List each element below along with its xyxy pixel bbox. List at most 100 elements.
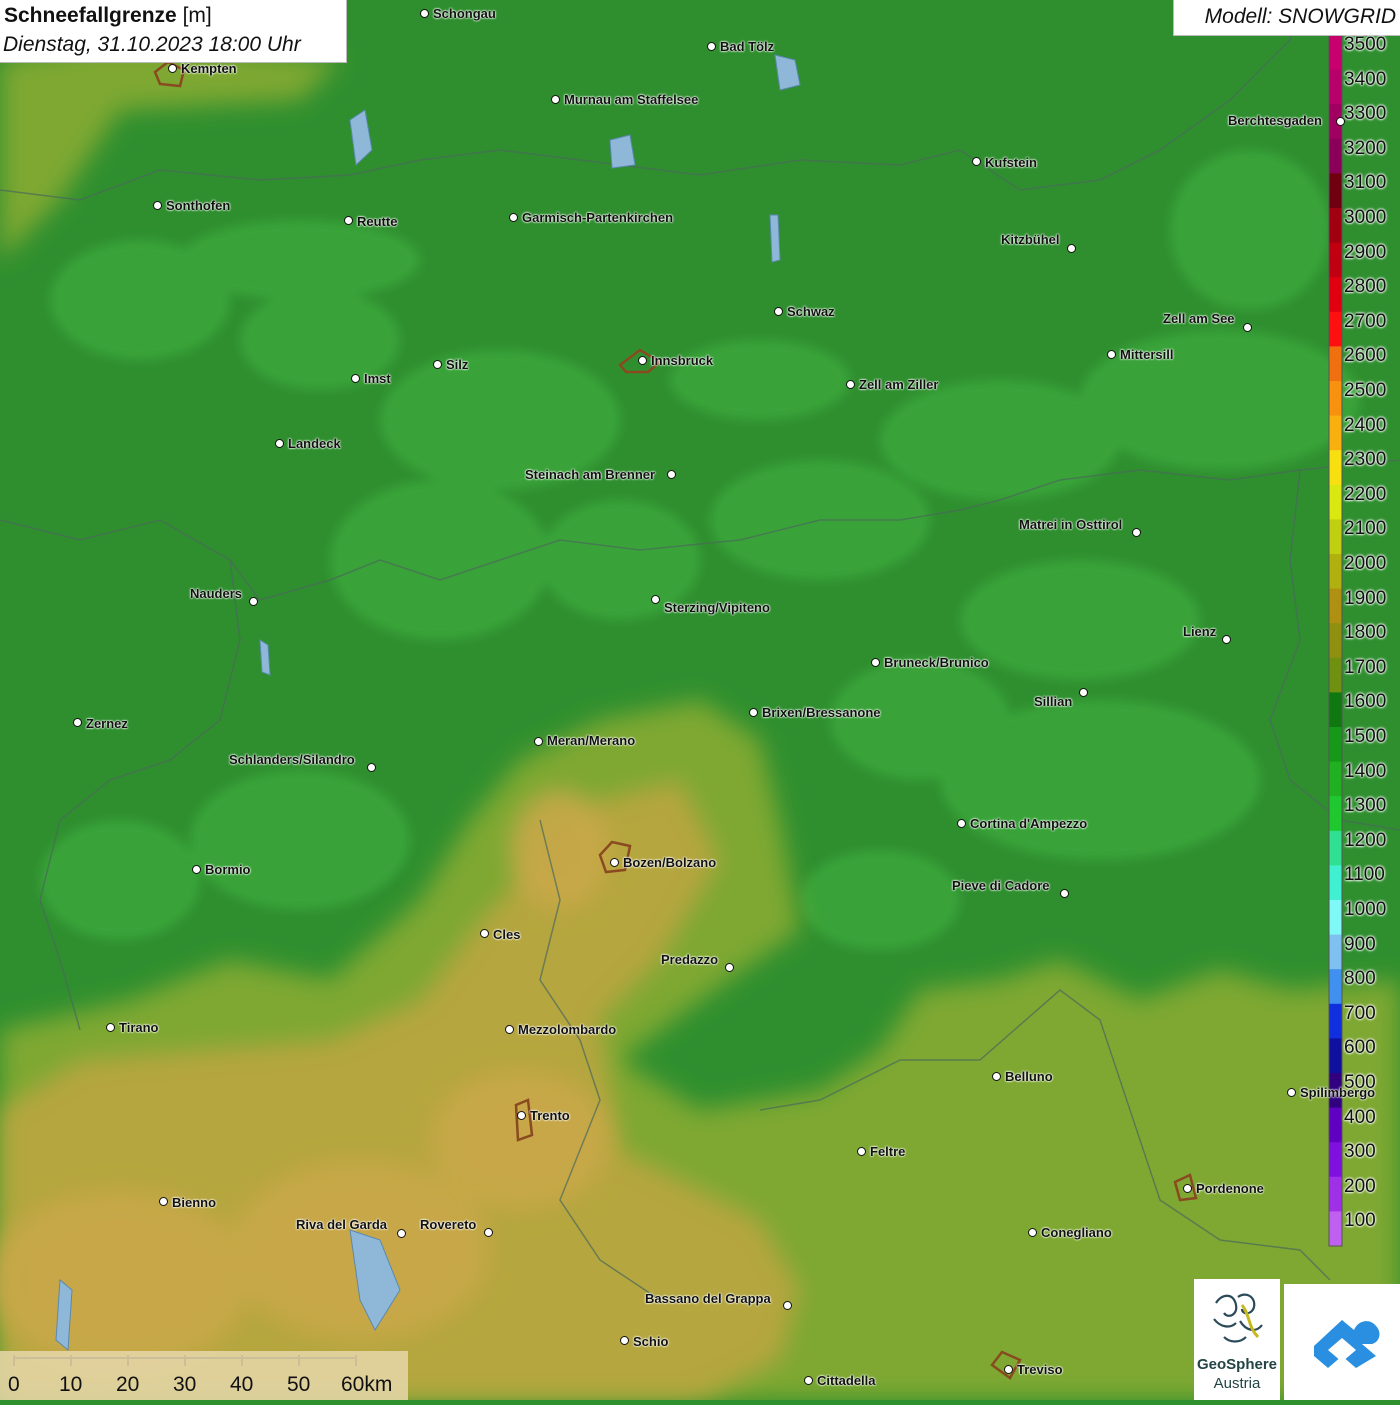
legend-value: 2400 [1344, 414, 1387, 436]
legend-value: 1900 [1344, 587, 1387, 609]
city-marker[interactable] [1067, 244, 1076, 253]
city-marker[interactable] [517, 1111, 526, 1120]
city-label: Pordenone [1196, 1181, 1264, 1196]
legend-swatch [1329, 311, 1342, 347]
city-marker[interactable] [249, 597, 258, 606]
legend-swatch [1329, 208, 1342, 244]
city-marker[interactable] [480, 929, 489, 938]
legend-swatch [1329, 346, 1342, 382]
weather-app-logo[interactable] [1284, 1284, 1400, 1400]
city-label: Mezzolombardo [518, 1022, 617, 1037]
city-label: Lienz [1183, 624, 1217, 639]
city-marker[interactable] [749, 708, 758, 717]
city-marker[interactable] [1060, 889, 1069, 898]
city-label: Kitzbühel [1001, 232, 1060, 247]
city-marker[interactable] [846, 380, 855, 389]
city-marker[interactable] [153, 201, 162, 210]
scalebar-label: 0 [8, 1373, 20, 1396]
city-marker[interactable] [610, 858, 619, 867]
city-marker[interactable] [871, 658, 880, 667]
city-marker[interactable] [707, 42, 716, 51]
city-marker[interactable] [1004, 1365, 1013, 1374]
legend-value: 2900 [1344, 241, 1387, 263]
city-marker[interactable] [534, 737, 543, 746]
geosphere-name: GeoSphere [1196, 1356, 1278, 1373]
city-label: Imst [364, 371, 391, 386]
legend-swatch [1329, 830, 1342, 866]
legend-swatch [1329, 1107, 1342, 1143]
city-marker[interactable] [192, 865, 201, 874]
city-marker[interactable] [1183, 1184, 1192, 1193]
legend-swatch [1329, 69, 1342, 105]
city-marker[interactable] [783, 1301, 792, 1310]
legend-swatch [1329, 588, 1342, 624]
city-marker[interactable] [159, 1197, 168, 1206]
city-marker[interactable] [725, 963, 734, 972]
city-marker[interactable] [638, 356, 647, 365]
city-marker[interactable] [73, 718, 82, 727]
city-marker[interactable] [351, 374, 360, 383]
city-marker[interactable] [397, 1229, 406, 1238]
city-marker[interactable] [344, 216, 353, 225]
city-marker[interactable] [957, 819, 966, 828]
legend-swatch [1329, 1211, 1342, 1247]
city-marker[interactable] [651, 595, 660, 604]
city-marker[interactable] [367, 763, 376, 772]
legend-value: 700 [1344, 1002, 1376, 1024]
city-marker[interactable] [484, 1228, 493, 1237]
geosphere-logo[interactable]: GeoSphere Austria [1194, 1279, 1280, 1400]
city-marker[interactable] [1222, 635, 1231, 644]
city-marker[interactable] [667, 470, 676, 479]
city-label: Reutte [357, 214, 398, 229]
city-label: Landeck [288, 436, 341, 451]
city-label: Meran/Merano [547, 733, 636, 748]
city-marker[interactable] [275, 439, 284, 448]
city-label: Murnau am Staffelsee [564, 92, 699, 107]
city-label: Pieve di Cadore [952, 878, 1050, 893]
city-marker[interactable] [1287, 1088, 1296, 1097]
city-marker[interactable] [620, 1336, 629, 1345]
legend-value: 1100 [1344, 864, 1385, 886]
legend-value: 100 [1344, 1210, 1376, 1232]
model-label: Modell: SNOWGRID [1204, 5, 1396, 28]
legend-swatch [1329, 657, 1342, 693]
legend-swatch [1329, 796, 1342, 832]
city-label: Schongau [433, 6, 496, 21]
legend-value: 1400 [1344, 760, 1387, 782]
legend-swatch [1329, 761, 1342, 797]
city-marker[interactable] [992, 1072, 1001, 1081]
legend-swatch [1329, 415, 1342, 451]
city-marker[interactable] [1243, 323, 1252, 332]
legend-value: 3100 [1344, 172, 1387, 194]
city-marker[interactable] [857, 1147, 866, 1156]
city-marker[interactable] [1132, 528, 1141, 537]
city-label: Conegliano [1041, 1225, 1112, 1240]
city-label: Bormio [205, 862, 251, 877]
city-label: Steinach am Brenner [525, 467, 656, 482]
city-marker[interactable] [106, 1023, 115, 1032]
legend-swatch [1329, 35, 1342, 71]
city-label: Cortina d'Ampezzo [970, 816, 1088, 831]
city-marker[interactable] [774, 307, 783, 316]
city-marker[interactable] [972, 157, 981, 166]
city-marker[interactable] [551, 95, 560, 104]
city-label: Kufstein [985, 155, 1037, 170]
city-marker[interactable] [1107, 350, 1116, 359]
city-label: Riva del Garda [296, 1217, 388, 1232]
legend-swatch [1329, 727, 1342, 763]
city-marker[interactable] [168, 64, 177, 73]
city-label: Zell am Ziller [859, 377, 939, 392]
legend-swatch [1329, 242, 1342, 278]
legend-value: 3300 [1344, 103, 1387, 125]
legend-value: 2800 [1344, 276, 1387, 298]
city-label: Garmisch-Partenkirchen [522, 210, 674, 225]
city-marker[interactable] [1079, 688, 1088, 697]
city-marker[interactable] [804, 1376, 813, 1385]
legend-value: 200 [1344, 1175, 1376, 1197]
city-marker[interactable] [420, 9, 429, 18]
city-marker[interactable] [433, 360, 442, 369]
city-label: Belluno [1005, 1069, 1053, 1084]
city-marker[interactable] [505, 1025, 514, 1034]
city-marker[interactable] [1028, 1228, 1037, 1237]
city-marker[interactable] [509, 213, 518, 222]
